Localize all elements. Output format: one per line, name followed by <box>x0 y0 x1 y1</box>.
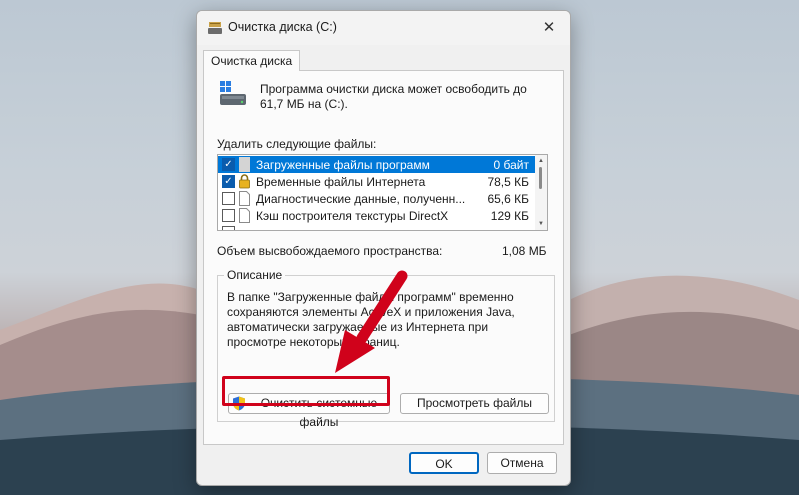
list-item[interactable]: ✓ Загруженные файлы программ 0 байт <box>218 156 535 173</box>
clean-system-files-button[interactable]: Очистить системные файлы <box>228 393 390 429</box>
list-item[interactable] <box>218 224 535 230</box>
title-bar[interactable]: Очистка диска (C:) ✕ <box>197 11 570 45</box>
list-item[interactable]: ✓ Временные файлы Интернета 78,5 КБ <box>218 173 535 190</box>
description-text: В папке "Загруженные файлы программ" вре… <box>227 290 515 349</box>
file-size: 0 байт <box>493 158 529 172</box>
blank-file-icon <box>239 157 250 172</box>
view-files-button[interactable]: Просмотреть файлы <box>400 393 549 414</box>
checkbox[interactable] <box>222 192 235 205</box>
file-name: Временные файлы Интернета <box>256 175 426 189</box>
list-item[interactable]: Диагностические данные, полученн... 65,6… <box>218 190 535 207</box>
clean-system-files-label: Очистить системные файлы <box>260 396 378 429</box>
files-list[interactable]: ✓ Загруженные файлы программ 0 байт ✓ Вр… <box>217 154 548 231</box>
window-title: Очистка диска (C:) <box>228 20 337 34</box>
ok-button[interactable]: OK <box>409 452 479 474</box>
cancel-button[interactable]: Отмена <box>487 452 557 474</box>
list-item[interactable]: Кэш построителя текстуры DirectX 129 КБ <box>218 207 535 224</box>
scrollbar-thumb[interactable] <box>539 167 542 189</box>
close-icon: ✕ <box>542 19 556 36</box>
checkbox[interactable]: ✓ <box>222 175 235 188</box>
disk-cleanup-dialog: Очистка диска (C:) ✕ Очистка диска Прогр… <box>196 10 571 486</box>
checkbox[interactable]: ✓ <box>222 158 235 171</box>
lock-icon <box>239 174 250 189</box>
file-icon <box>239 208 250 223</box>
description-legend: Описание <box>224 268 286 282</box>
file-size: 129 КБ <box>490 209 529 223</box>
file-size: 78,5 КБ <box>487 175 529 189</box>
checkbox[interactable] <box>222 226 235 230</box>
file-name: Кэш построителя текстуры DirectX <box>256 209 449 223</box>
checkbox[interactable] <box>222 209 235 222</box>
description-group: Описание В папке "Загруженные файлы прог… <box>217 268 555 429</box>
file-icon <box>239 191 250 206</box>
file-name: Диагностические данные, полученн... <box>256 192 466 206</box>
close-button[interactable]: ✕ <box>528 11 570 45</box>
intro-text: Программа очистки диска может освободить… <box>260 82 527 111</box>
file-name: Загруженные файлы программ <box>256 158 430 172</box>
tab-disk-cleanup[interactable]: Очистка диска <box>203 50 301 71</box>
drive-icon <box>220 81 246 105</box>
list-scrollbar[interactable]: ▲ ▼ <box>535 155 547 230</box>
disk-cleanup-icon <box>208 22 222 34</box>
uac-shield-icon <box>233 396 245 411</box>
scroll-up-icon[interactable]: ▲ <box>537 158 545 164</box>
file-size: 65,6 КБ <box>487 192 529 206</box>
space-value: 1,08 МБ <box>502 244 547 258</box>
space-label: Объем высвобождаемого пространства: <box>217 244 443 258</box>
scroll-down-icon[interactable]: ▼ <box>537 221 545 227</box>
tab-panel: Программа очистки диска может освободить… <box>203 70 564 445</box>
files-label: Удалить следующие файлы: <box>217 137 377 151</box>
